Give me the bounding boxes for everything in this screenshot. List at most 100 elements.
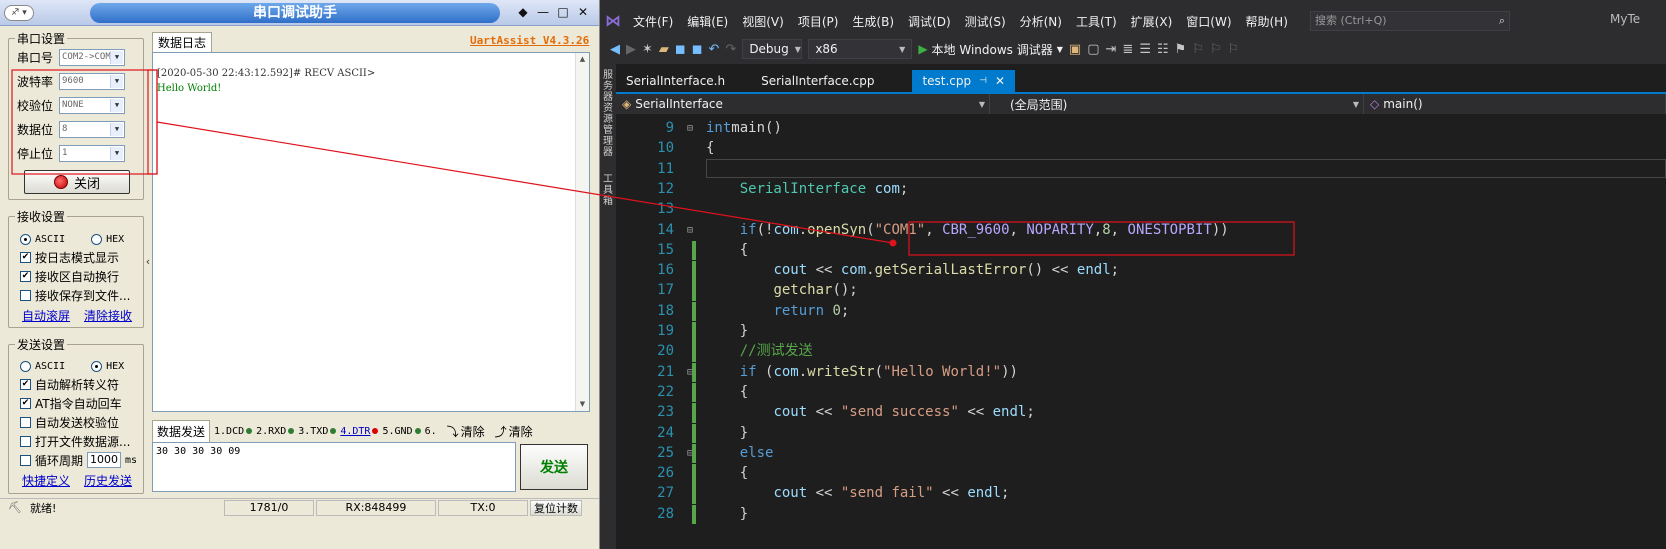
checkbox[interactable] [20, 435, 31, 447]
tab-serialinterface-h[interactable]: SerialInterface.h [616, 70, 735, 92]
vs-logo-icon[interactable]: ⋈ [600, 8, 626, 34]
start-debug-button[interactable]: ▶ 本地 Windows 调试器 ▼ [918, 41, 1063, 58]
checkbox[interactable] [20, 416, 31, 428]
chevron-down-icon[interactable]: ▼ [110, 122, 123, 136]
clear-bookmark-icon[interactable]: ⚐ [1228, 42, 1240, 57]
pin-tab-icon[interactable]: ⊣ [979, 76, 987, 86]
code-line[interactable]: 14 ⊟ if(!com.openSyn("COM1", CBR_9600, NO… [616, 221, 1666, 241]
maximize-icon[interactable]: □ [554, 4, 572, 21]
code-line[interactable]: 25 ⊟ else [616, 443, 1666, 464]
open-folder-icon[interactable]: ▰ [659, 42, 669, 57]
undo-icon[interactable]: ↶ [709, 42, 720, 57]
menu-debug[interactable]: 调试(D) [901, 13, 958, 30]
menu-tools[interactable]: 工具(T) [1069, 13, 1124, 30]
send-ascii-radio[interactable] [20, 360, 31, 372]
code-line[interactable]: 28 } [616, 504, 1666, 525]
app-menu-icon[interactable]: ♐ ▾ [4, 5, 34, 21]
project-nav-select[interactable]: ◈ SerialInterface ▼ [616, 94, 990, 114]
send-hex-radio[interactable] [91, 360, 103, 372]
code-line[interactable]: 21 ⊟ if (com.writeStr("Hello World!")) [616, 362, 1666, 383]
send-button[interactable]: 发送 [520, 444, 588, 490]
tab-data-log[interactable]: 数据日志 [152, 32, 212, 52]
chevron-down-icon[interactable]: ▼ [110, 74, 123, 88]
code-line[interactable]: 12 SerialInterface com; [616, 180, 1666, 200]
member-nav-select[interactable]: ◇ main() [1364, 94, 1666, 114]
cycle-checkbox[interactable] [20, 454, 31, 466]
recv-check-log-mode[interactable]: ✔ 按日志模式显示 [20, 248, 119, 266]
minimize-icon[interactable]: — [534, 4, 552, 21]
back-icon[interactable]: ◀ [610, 42, 620, 57]
menu-build[interactable]: 生成(B) [845, 13, 901, 30]
quick-define-link[interactable]: 快捷定义 [22, 472, 70, 489]
tab-test-cpp[interactable]: test.cpp ⊣ ✕ [912, 70, 1016, 92]
recv-hex-radio[interactable] [91, 233, 103, 245]
recv-check-save[interactable]: 接收保存到文件... [20, 286, 130, 304]
menu-edit[interactable]: 编辑(E) [680, 13, 735, 30]
log-scrollbar[interactable]: ▲ ▼ [575, 53, 589, 411]
checkbox[interactable]: ✔ [20, 378, 31, 390]
menu-analyze[interactable]: 分析(N) [1013, 13, 1069, 30]
cycle-input[interactable]: 1000 [87, 452, 122, 468]
send-check-at[interactable]: ✔ AT指令自动回车 [20, 394, 122, 412]
scroll-up-icon[interactable]: ▲ [576, 53, 589, 66]
tab-data-send[interactable]: 数据发送 [152, 419, 211, 443]
receive-log-area[interactable]: [2020-05-30 22:43:12.592]# RECV ASCII> H… [152, 52, 590, 412]
send-check-file[interactable]: 打开文件数据源... [20, 432, 130, 450]
format-icon[interactable]: ≣ [1122, 42, 1133, 57]
code-line[interactable]: 27 cout << "send fail" << endl; [616, 484, 1666, 504]
serial-title-bar[interactable]: ♐ ▾ 串口调试助手 ◆ — □ ✕ [0, 0, 599, 26]
code-line[interactable]: 26 { [616, 464, 1666, 484]
code-line[interactable]: 22 { [616, 382, 1666, 403]
version-link[interactable]: UartAssist V4.3.26 [470, 34, 589, 47]
auto-scroll-link[interactable]: 自动滚屏 [22, 307, 70, 324]
stopbits-select[interactable]: 1 ▼ [59, 144, 125, 162]
scope-nav-select[interactable]: (全局范围) ▼ [990, 94, 1364, 114]
platform-select[interactable]: x86 ▼ [808, 39, 913, 59]
reset-count-button[interactable]: 复位计数 [530, 499, 582, 516]
recv-check-wrap[interactable]: ✔ 接收区自动换行 [20, 267, 119, 285]
clear-recv-link[interactable]: 清除接收 [84, 307, 132, 324]
user-name[interactable]: MyTe [1610, 12, 1640, 26]
port-select[interactable]: COM2->COM ▼ [59, 48, 125, 66]
checkbox[interactable]: ✔ [20, 270, 31, 282]
code-editor[interactable]: 9 ⊟ intmain() 10{11 12 SerialInterface com; 1… [616, 114, 1666, 549]
step-icon[interactable]: ⇥ [1106, 42, 1117, 57]
uncomment-icon[interactable]: ☷ [1157, 42, 1169, 57]
databits-select[interactable]: 8 ▼ [59, 120, 125, 138]
chevron-down-icon[interactable]: ▼ [110, 50, 123, 64]
chevron-down-icon[interactable]: ▼ [110, 98, 123, 112]
pin-dtr[interactable]: 4.DTR [340, 426, 379, 437]
checkbox[interactable] [20, 289, 31, 301]
fold-toggle-icon[interactable]: ⊟ [682, 221, 698, 241]
menu-help[interactable]: 帮助(H) [1239, 13, 1295, 30]
collapse-panel-icon[interactable]: ‹ [144, 255, 152, 275]
menu-test[interactable]: 测试(S) [958, 13, 1013, 30]
new-project-icon[interactable]: ✶ [642, 42, 653, 57]
baud-select[interactable]: 9600 ▼ [59, 72, 125, 90]
fold-toggle-icon[interactable]: ⊟ [682, 119, 698, 139]
next-bookmark-icon[interactable]: ⚐ [1210, 42, 1222, 57]
vs-search-input[interactable]: 搜索 (Ctrl+Q) ⌕ [1310, 11, 1510, 31]
code-line[interactable]: 17 getchar(); [616, 281, 1666, 301]
menu-file[interactable]: 文件(F) [626, 13, 680, 30]
send-check-escape[interactable]: ✔ 自动解析转义符 [20, 375, 119, 393]
menu-project[interactable]: 项目(P) [791, 13, 846, 30]
code-line[interactable]: 11 [616, 160, 1666, 180]
send-check-checksum[interactable]: 自动发送校验位 [20, 413, 119, 431]
menu-extensions[interactable]: 扩展(X) [1124, 13, 1180, 30]
prev-bookmark-icon[interactable]: ⚐ [1192, 42, 1204, 57]
checkbox[interactable]: ✔ [20, 397, 31, 409]
history-send-link[interactable]: 历史发送 [84, 472, 132, 489]
hot-reload-icon[interactable]: ▣ [1069, 42, 1081, 57]
code-line[interactable]: 24 } [616, 423, 1666, 443]
comment-icon[interactable]: ☰ [1139, 42, 1151, 57]
recv-ascii-radio[interactable] [20, 233, 31, 245]
code-line[interactable]: 16 cout << com.getSerialLastError() << e… [616, 261, 1666, 281]
pin-label[interactable]: 4.DTR [340, 426, 370, 437]
close-tab-icon[interactable]: ✕ [995, 74, 1005, 88]
menu-view[interactable]: 视图(V) [735, 13, 791, 30]
menu-window[interactable]: 窗口(W) [1179, 13, 1238, 30]
server-explorer-tab[interactable]: 服务器资源管理器 [603, 70, 614, 158]
checkbox[interactable]: ✔ [20, 251, 31, 263]
scroll-down-icon[interactable]: ▼ [576, 398, 589, 411]
